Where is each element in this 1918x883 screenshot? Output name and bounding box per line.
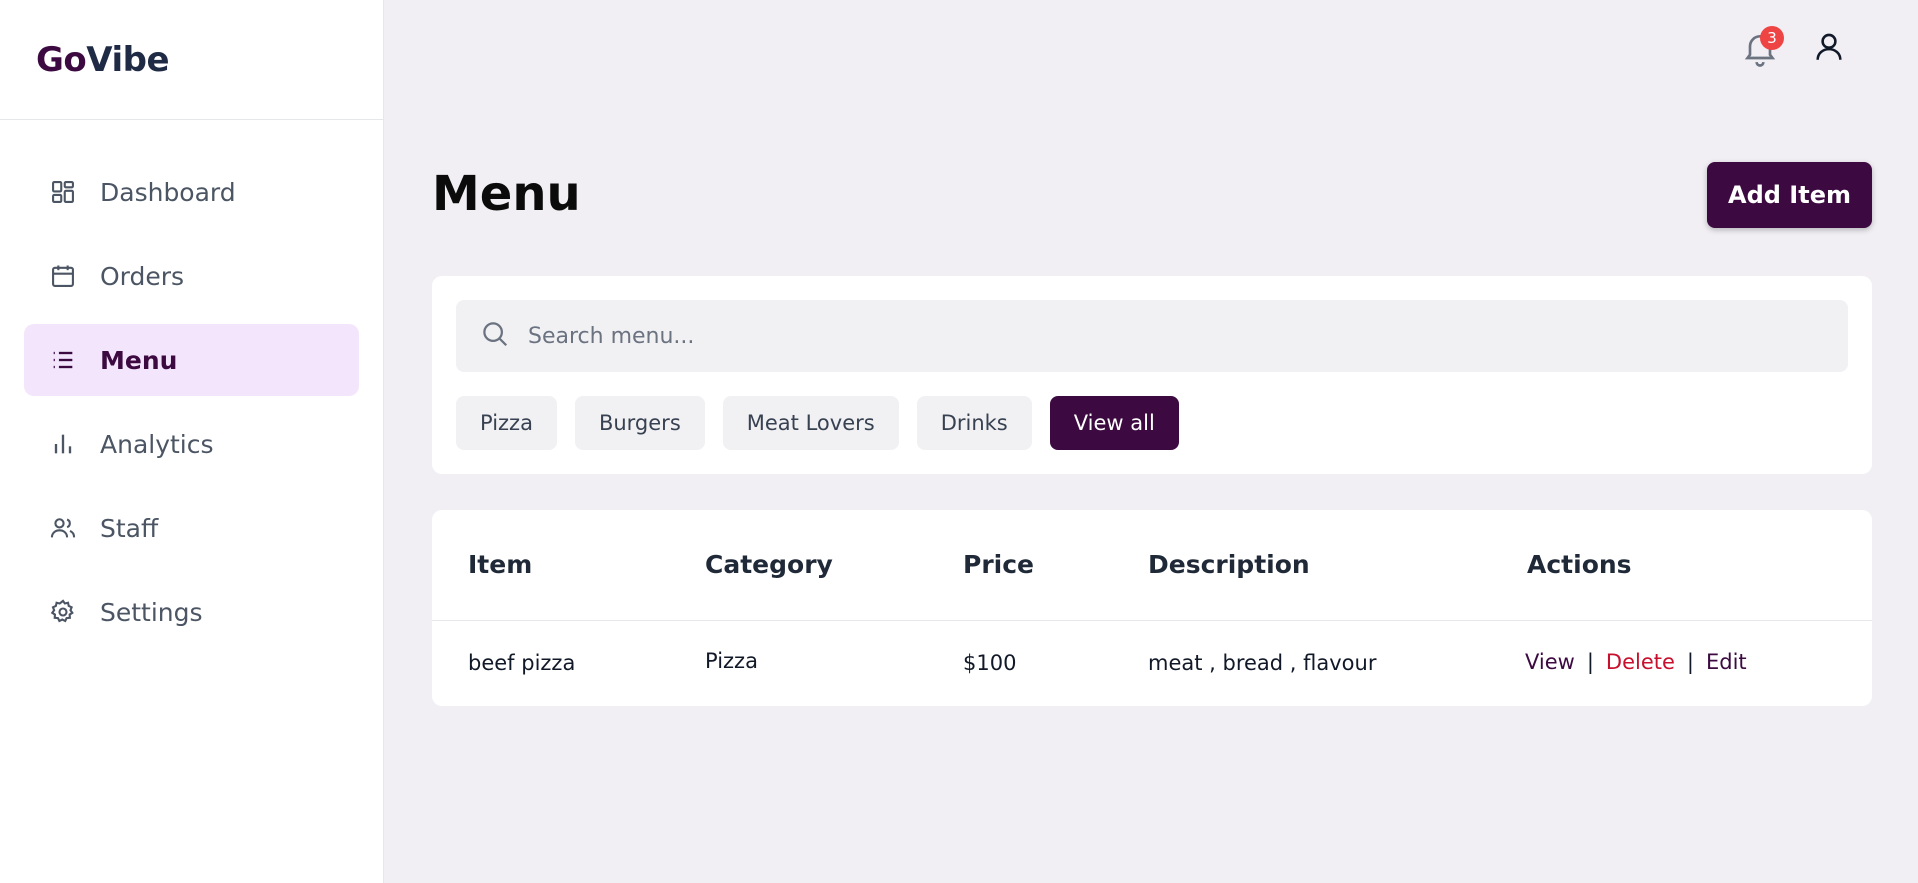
sidebar-item-label: Settings — [100, 597, 203, 627]
brand-logo[interactable]: GoVibe — [36, 39, 170, 80]
table-header: Item Category Price Description Actions — [432, 510, 1872, 621]
filter-chip-meat-lovers[interactable]: Meat Lovers — [722, 396, 899, 450]
search-input[interactable] — [528, 323, 1828, 349]
sidebar-item-dashboard[interactable]: Dashboard — [24, 156, 359, 228]
bar-chart-icon — [48, 429, 78, 459]
column-header-item: Item — [468, 550, 533, 579]
filter-chip-drinks[interactable]: Drinks — [916, 396, 1032, 450]
user-menu-button[interactable] — [1812, 30, 1846, 64]
logo-area: GoVibe — [0, 0, 383, 120]
dashboard-grid-icon — [48, 177, 78, 207]
sidebar-item-label: Orders — [100, 261, 185, 291]
brand-logo-go: Go — [36, 39, 87, 80]
table-row: beef pizza Pizza $100 meat , bread , fla… — [432, 621, 1872, 705]
sidebar-nav: Dashboard Orders Menu Analytics Staff Se… — [0, 120, 383, 648]
search-icon — [480, 319, 510, 353]
cell-price: $100 — [963, 651, 1017, 675]
sidebar-item-orders[interactable]: Orders — [24, 240, 359, 312]
sidebar: GoVibe Dashboard Orders Menu Analytics S… — [0, 0, 384, 883]
filter-chip-view-all[interactable]: View all — [1049, 396, 1179, 450]
sidebar-item-label: Menu — [100, 345, 178, 375]
cell-category: Pizza — [705, 649, 758, 673]
brand-logo-vibe: Vibe — [86, 39, 170, 80]
filter-chip-burgers[interactable]: Burgers — [574, 396, 705, 450]
sidebar-item-label: Dashboard — [100, 177, 236, 207]
gear-icon — [48, 597, 78, 627]
users-icon — [48, 513, 78, 543]
user-icon — [1812, 33, 1846, 68]
sidebar-item-staff[interactable]: Staff — [24, 492, 359, 564]
cell-description: meat , bread , flavour — [1148, 651, 1377, 675]
view-action-link[interactable]: View — [1525, 650, 1575, 674]
menu-table: Item Category Price Description Actions … — [432, 510, 1872, 706]
column-header-description: Description — [1148, 550, 1310, 579]
action-separator: | — [1586, 650, 1594, 674]
add-item-button[interactable]: Add Item — [1707, 162, 1872, 228]
sidebar-item-menu[interactable]: Menu — [24, 324, 359, 396]
calendar-icon — [48, 261, 78, 291]
column-header-price: Price — [963, 550, 1034, 579]
notification-badge: 3 — [1760, 26, 1784, 50]
sidebar-item-settings[interactable]: Settings — [24, 576, 359, 648]
category-filters: Pizza Burgers Meat Lovers Drinks View al… — [456, 396, 1197, 450]
page-title: Menu — [432, 166, 581, 222]
sidebar-item-analytics[interactable]: Analytics — [24, 408, 359, 480]
search-bar[interactable] — [456, 300, 1848, 372]
column-header-actions: Actions — [1527, 550, 1632, 579]
action-separator: | — [1686, 650, 1694, 674]
sidebar-item-label: Staff — [100, 513, 159, 543]
list-icon — [48, 345, 78, 375]
edit-action-link[interactable]: Edit — [1706, 650, 1747, 674]
column-header-category: Category — [705, 550, 833, 579]
delete-action-link[interactable]: Delete — [1606, 650, 1675, 674]
cell-item: beef pizza — [468, 651, 576, 675]
row-actions: View | Delete | Edit — [1525, 650, 1747, 674]
filter-chip-pizza[interactable]: Pizza — [456, 396, 557, 450]
filter-card: Pizza Burgers Meat Lovers Drinks View al… — [432, 276, 1872, 474]
notifications-button[interactable]: 3 — [1740, 26, 1784, 68]
sidebar-item-label: Analytics — [100, 429, 214, 459]
bell-icon — [1740, 35, 1780, 72]
